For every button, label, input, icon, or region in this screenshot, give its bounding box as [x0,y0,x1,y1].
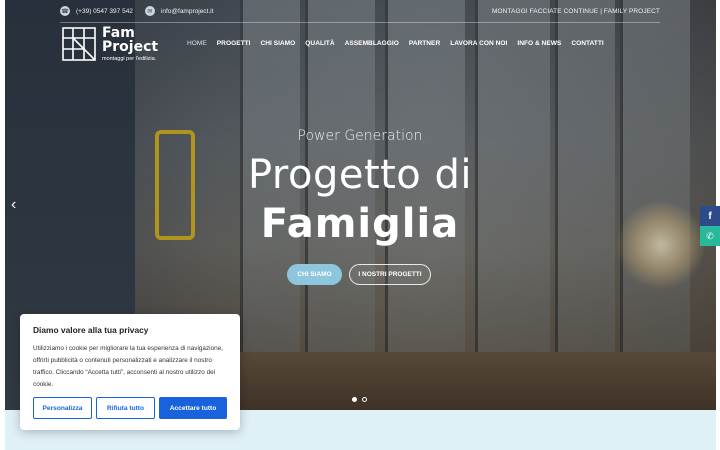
cookie-customize-button[interactable]: Personalizza [33,397,92,419]
topbar: ☎ (+39) 0547 397 542 ✉ info@famproject.i… [60,5,660,17]
nostri-progetti-button[interactable]: I NOSTRI PROGETTI [349,264,431,285]
cookie-accept-button[interactable]: Accettare tutto [159,397,227,419]
site-logo[interactable]: Fam Project montaggi per l'edilizia. [62,26,158,62]
slider-dot-1[interactable] [352,397,357,402]
nav-item-assemblaggio[interactable]: ASSEMBLAGGIO [345,40,399,47]
topbar-tagline: MONTAGGI FACCIATE CONTINUE | FAMILY PROJ… [491,7,660,15]
logo-wordmark: Fam Project montaggi per l'edilizia. [102,26,158,62]
whatsapp-icon[interactable]: ✆ [700,226,720,246]
cookie-buttons: Personalizza Rifiuta tutto Accettare tut… [33,397,227,419]
chi-siamo-button[interactable]: CHI SIAMO [287,264,342,285]
nav-item-partner[interactable]: PARTNER [409,40,440,47]
nav-item-contatti[interactable]: CONTATTI [571,40,603,47]
mail-icon: ✉ [144,6,155,16]
topbar-email[interactable]: ✉ info@famproject.it [144,6,213,16]
cookie-body: Utilizziamo i cookie per migliorare la t… [33,345,224,388]
topbar-divider [60,22,660,23]
nav-item-qualita[interactable]: QUALITÀ [305,40,334,47]
nav-item-lavora-con-noi[interactable]: LAVORA CON NOI [450,40,507,47]
hero-title-line1: Progetto di [247,152,472,198]
slider-pagination [352,397,367,402]
nav-item-info-news[interactable]: INFO & NEWS [517,40,561,47]
nav-item-chi-siamo[interactable]: CHI SIAMO [260,40,295,47]
phone-icon: ☎ [60,6,70,16]
nav-item-progetti[interactable]: PROGETTI [217,40,251,47]
email-address[interactable]: info@famproject.it [161,8,213,15]
phone-number[interactable]: (+39) 0547 397 542 [76,8,133,15]
hero-title-line2: Famiglia [260,201,460,247]
nav-item-home[interactable]: HOME [187,40,207,47]
topbar-phone[interactable]: ☎ (+39) 0547 397 542 [60,6,133,16]
cookie-consent-banner: Diamo valore alla tua privacy Utilizziam… [20,314,240,430]
facebook-icon[interactable]: f [700,206,720,226]
hero-subtitle: Power Generation [297,128,423,144]
cookie-reject-button[interactable]: Rifiuta tutto [96,397,155,419]
slider-dot-2[interactable] [362,397,367,402]
cookie-title: Diamo valore alla tua privacy [33,325,149,335]
slider-prev-arrow-icon[interactable]: ‹ [11,196,16,214]
main-nav: HOME PROGETTI CHI SIAMO QUALITÀ ASSEMBLA… [187,40,604,47]
logo-line2: Project [102,39,159,55]
logo-tagline: montaggi per l'edilizia. [102,56,157,62]
logo-grid-icon [62,27,96,61]
logo-line1: Fam [102,25,135,41]
